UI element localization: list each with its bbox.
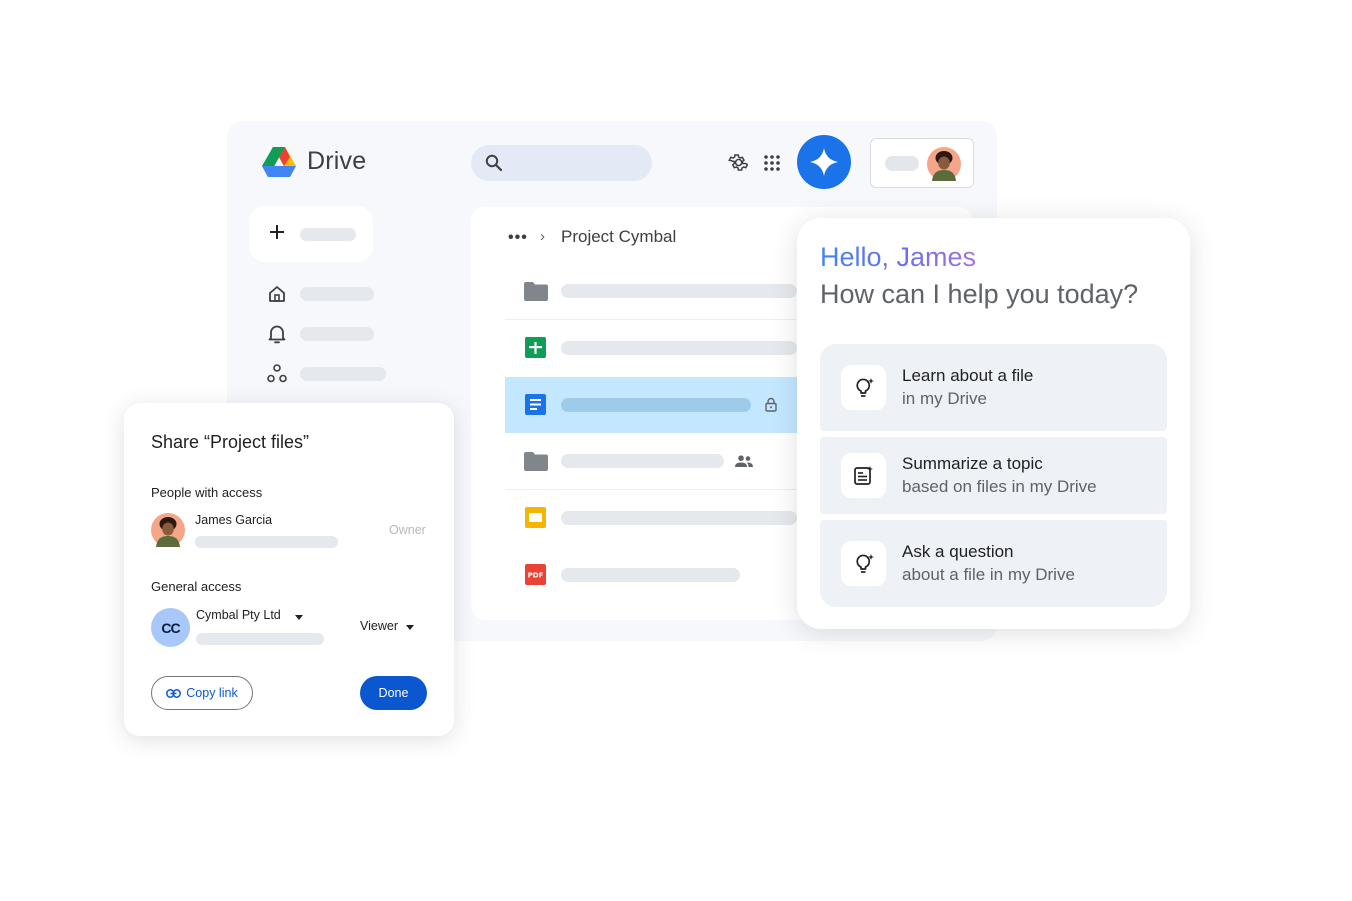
file-name-placeholder xyxy=(561,568,740,582)
search-bar[interactable] xyxy=(471,145,652,181)
breadcrumb-more[interactable]: ••• xyxy=(508,229,528,247)
lightbulb-sparkle-icon xyxy=(855,553,874,573)
caret-down-icon[interactable] xyxy=(406,625,414,630)
copy-link-label: Copy link xyxy=(186,686,238,700)
suggestion-subtitle: in my Drive xyxy=(902,389,988,408)
drive-logo-icon xyxy=(262,147,296,177)
suggestion-title: Ask a question xyxy=(902,542,1014,561)
file-row[interactable] xyxy=(505,263,797,319)
person-name: James Garcia xyxy=(195,513,273,527)
chevron-right-icon: › xyxy=(540,228,545,245)
suggestion-icon-box xyxy=(841,453,886,498)
new-button-label-placeholder xyxy=(300,228,356,241)
new-button[interactable] xyxy=(249,206,373,262)
suggestion-title: Learn about a file xyxy=(902,366,1034,385)
slides-icon xyxy=(525,507,546,528)
file-row[interactable] xyxy=(505,490,797,546)
docs-icon xyxy=(525,394,546,415)
org-description-placeholder xyxy=(196,633,324,645)
pdf-icon: PDF xyxy=(525,564,546,585)
suggestion-icon-box xyxy=(841,541,886,586)
app-title: Drive xyxy=(307,147,367,175)
apps-grid-icon[interactable] xyxy=(764,155,780,171)
role-select[interactable]: Viewer xyxy=(360,619,398,633)
owner-label: Owner xyxy=(389,523,426,537)
dialog-title: Share “Project files” xyxy=(151,432,310,452)
search-icon xyxy=(485,154,503,172)
caret-down-icon[interactable] xyxy=(295,615,303,620)
org-initials: CC xyxy=(161,619,180,636)
svg-text:PDF: PDF xyxy=(528,572,544,580)
home-icon xyxy=(269,286,285,302)
gemini-button[interactable] xyxy=(797,135,851,189)
sidebar-label-placeholder xyxy=(300,287,374,301)
file-row[interactable]: PDF xyxy=(505,547,797,603)
gemini-sparkle-icon xyxy=(810,148,838,176)
file-row-selected[interactable] xyxy=(505,377,797,433)
suggestion-subtitle: based on files in my Drive xyxy=(902,477,1097,496)
file-name-placeholder xyxy=(561,398,751,412)
account-name-placeholder xyxy=(885,156,919,171)
done-button[interactable]: Done xyxy=(360,676,427,710)
file-name-placeholder xyxy=(561,454,724,468)
sidebar-label-placeholder xyxy=(300,327,374,341)
file-row[interactable] xyxy=(505,433,797,489)
people-icon xyxy=(735,455,753,467)
sidebar-label-placeholder xyxy=(300,367,386,381)
summarize-icon xyxy=(853,465,873,485)
person-email-placeholder xyxy=(195,536,338,548)
avatar xyxy=(927,147,961,181)
suggestion-title: Summarize a topic xyxy=(902,454,1043,473)
share-dialog: Share “Project files” People with access… xyxy=(124,403,454,736)
suggestion-subtitle: about a file in my Drive xyxy=(902,565,1075,584)
breadcrumb-current[interactable]: Project Cymbal xyxy=(561,227,676,247)
account-chip[interactable] xyxy=(870,138,974,188)
bell-icon xyxy=(268,325,286,344)
sheets-icon xyxy=(525,337,546,358)
folder-icon xyxy=(524,282,548,301)
file-name-placeholder xyxy=(561,511,797,525)
file-name-placeholder xyxy=(561,341,797,355)
folder-icon xyxy=(524,452,548,471)
help-prompt: How can I help you today? xyxy=(820,279,1139,309)
general-access-label: General access xyxy=(151,579,242,594)
lock-icon xyxy=(765,397,777,412)
copy-link-button[interactable]: Copy link xyxy=(151,676,253,710)
file-row[interactable] xyxy=(505,320,797,376)
file-name-placeholder xyxy=(561,284,797,298)
org-avatar: CC xyxy=(151,608,190,647)
suggestion-icon-box xyxy=(841,365,886,410)
plus-icon xyxy=(270,225,284,239)
link-icon xyxy=(166,688,182,698)
suggestion-ask-question[interactable]: Ask a question about a file in my Drive xyxy=(820,520,1167,607)
suggestion-summarize-topic[interactable]: Summarize a topic based on files in my D… xyxy=(820,437,1167,514)
suggestion-learn-about-file[interactable]: Learn about a file in my Drive xyxy=(820,344,1167,431)
shared-icon xyxy=(267,364,287,383)
gemini-panel: Hello, James How can I help you today? L… xyxy=(797,218,1190,629)
avatar xyxy=(151,513,185,547)
greeting: Hello, James xyxy=(820,242,977,272)
people-with-access-label: People with access xyxy=(151,485,263,500)
org-access-select[interactable]: Cymbal Pty Ltd xyxy=(196,608,281,622)
gear-icon[interactable] xyxy=(727,152,748,173)
lightbulb-sparkle-icon xyxy=(855,377,874,397)
